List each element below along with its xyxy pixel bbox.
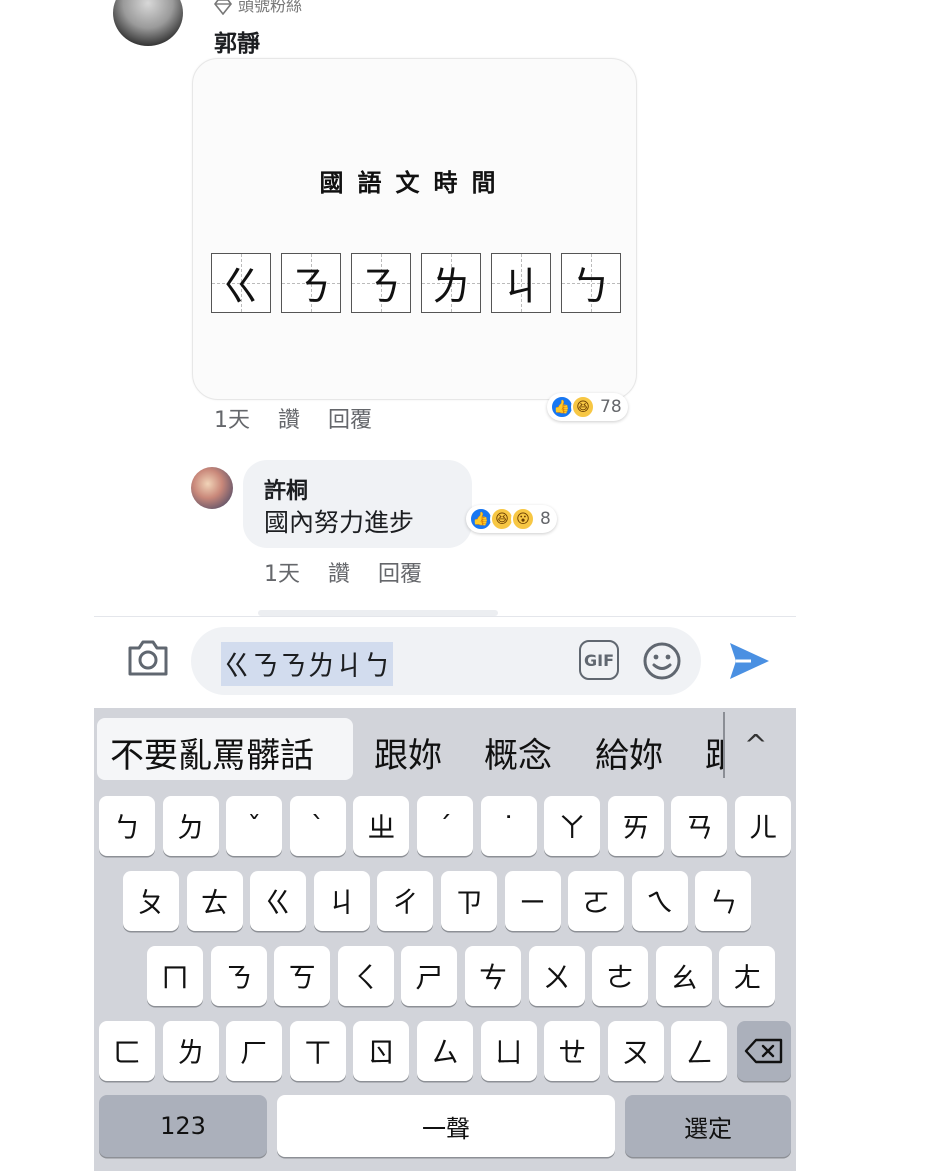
avatar[interactable] (191, 467, 233, 509)
comment-time: 1天 (214, 408, 250, 433)
key-row2-10[interactable]: ㄣ (695, 871, 752, 931)
key-row2-3[interactable]: ㄍ (250, 871, 307, 931)
key-row4-9[interactable]: ㄡ (607, 1021, 664, 1081)
tone-key[interactable]: 一聲 (277, 1095, 615, 1157)
key-row3-4[interactable]: ㄑ (337, 946, 394, 1006)
key-row1-10[interactable]: ㄢ (671, 796, 728, 856)
select-key[interactable]: 選定 (625, 1095, 791, 1157)
key-row1-7[interactable]: ˙ (480, 796, 537, 856)
key-row4-6[interactable]: ㄙ (417, 1021, 473, 1081)
key-row1-8[interactable]: ㄚ (544, 796, 601, 856)
comment-author[interactable]: 郭靜 (214, 24, 260, 58)
emoji-icon[interactable] (642, 641, 682, 685)
zhuyin-box: ㄋ (351, 253, 411, 313)
reply-link[interactable]: 回覆 (328, 408, 372, 433)
numbers-key[interactable]: 123 (99, 1095, 267, 1157)
gif-icon[interactable]: GIF (579, 640, 619, 680)
diamond-icon (213, 0, 233, 15)
comment-image[interactable]: 國語文時間 ㄍ ㄋ ㄋ ㄌ ㄐ ㄅ (192, 58, 637, 400)
top-fan-badge: 頭號粉絲 (213, 0, 303, 16)
backspace-icon (744, 1038, 783, 1064)
candidate-5-clip: 跟 (700, 712, 723, 782)
candidate-1[interactable]: 不要亂罵髒話 (110, 728, 314, 777)
key-row1-3[interactable]: ˇ (226, 796, 283, 856)
camera-icon[interactable] (126, 638, 170, 682)
zhuyin-box: ㄐ (491, 253, 551, 313)
badge-label: 頭號粉絲 (238, 0, 303, 15)
comment-actions: 1天 讚 回覆 (264, 556, 450, 588)
zhuyin-box: ㄅ (561, 253, 621, 313)
zhuyin-box: ㄌ (421, 253, 481, 313)
like-link[interactable]: 讚 (278, 408, 300, 433)
key-row4-10[interactable]: ㄥ (671, 1021, 728, 1081)
like-link[interactable]: 讚 (328, 562, 350, 587)
reaction-summary[interactable]: 👍 😆 😮 8 (466, 505, 557, 533)
key-row2-4[interactable]: ㄐ (313, 871, 370, 931)
key-row3-10[interactable]: ㄤ (719, 946, 776, 1006)
image-title: 國語文時間 (319, 168, 510, 197)
reaction-summary[interactable]: 👍 😆 78 (547, 393, 628, 421)
key-row1-2[interactable]: ㄉ (162, 796, 219, 856)
key-row3-7[interactable]: ㄨ (528, 946, 585, 1006)
comment-actions: 1天 讚 回覆 (214, 402, 400, 434)
key-row2-2[interactable]: ㄊ (186, 871, 243, 931)
reaction-count: 8 (540, 509, 551, 529)
key-row4-2[interactable]: ㄌ (162, 1021, 219, 1081)
send-icon[interactable] (727, 640, 771, 686)
comment-author[interactable]: 許桐 (264, 473, 308, 505)
key-row3-3[interactable]: ㄎ (274, 946, 331, 1006)
key-row4-1[interactable]: ㄈ (99, 1021, 155, 1081)
key-row2-9[interactable]: ㄟ (631, 871, 688, 931)
wow-reaction-icon: 😮 (511, 507, 535, 531)
key-row1-4[interactable]: ˋ (289, 796, 346, 856)
key-row1-1[interactable]: ㄅ (99, 796, 155, 856)
key-row1-9[interactable]: ㄞ (607, 796, 664, 856)
key-row3-8[interactable]: ㄜ (592, 946, 649, 1006)
zhuyin-boxes: ㄍ ㄋ ㄋ ㄌ ㄐ ㄅ (211, 253, 621, 313)
key-row4-3[interactable]: ㄏ (226, 1021, 283, 1081)
candidate-5[interactable]: 跟 (705, 728, 723, 777)
key-row3-5[interactable]: ㄕ (401, 946, 458, 1006)
reaction-count: 78 (600, 397, 622, 417)
key-row3-6[interactable]: ㄘ (465, 946, 521, 1006)
key-row2-6[interactable]: ㄗ (441, 871, 497, 931)
comment-text: 國內努力進步 (264, 508, 415, 537)
key-row4-4[interactable]: ㄒ (289, 1021, 346, 1081)
key-row4-5[interactable]: ㄖ (353, 1021, 410, 1081)
reply-link[interactable]: 回覆 (378, 562, 422, 587)
key-row2-1[interactable]: ㄆ (123, 871, 179, 931)
candidate-2[interactable]: 跟妳 (374, 728, 442, 777)
comment-input-text[interactable]: ㄍㄋㄋㄌㄐㄅ (221, 642, 394, 686)
candidate-4[interactable]: 給妳 (595, 728, 663, 777)
key-row3-9[interactable]: ㄠ (655, 946, 712, 1006)
key-row2-7[interactable]: ㄧ (504, 871, 561, 931)
haha-reaction-icon: 😆 (571, 395, 595, 419)
key-row1-5[interactable]: ㄓ (353, 796, 410, 856)
candidate-separator (723, 712, 725, 778)
backspace-key[interactable] (737, 1021, 791, 1081)
comment-time: 1天 (264, 562, 300, 587)
key-row2-5[interactable]: ㄔ (377, 871, 434, 931)
key-row2-8[interactable]: ㄛ (568, 871, 625, 931)
key-row1-6[interactable]: ˊ (417, 796, 473, 856)
expand-candidates-button[interactable]: ^ (744, 728, 767, 761)
key-row3-2[interactable]: ㄋ (210, 946, 267, 1006)
zhuyin-box: ㄋ (281, 253, 341, 313)
key-row4-8[interactable]: ㄝ (544, 1021, 601, 1081)
candidate-3[interactable]: 概念 (484, 728, 552, 777)
key-row4-7[interactable]: ㄩ (480, 1021, 537, 1081)
avatar-top[interactable] (113, 0, 183, 46)
key-row3-1[interactable]: ㄇ (147, 946, 203, 1006)
key-row1-11[interactable]: ㄦ (735, 796, 791, 856)
zhuyin-box: ㄍ (211, 253, 271, 313)
